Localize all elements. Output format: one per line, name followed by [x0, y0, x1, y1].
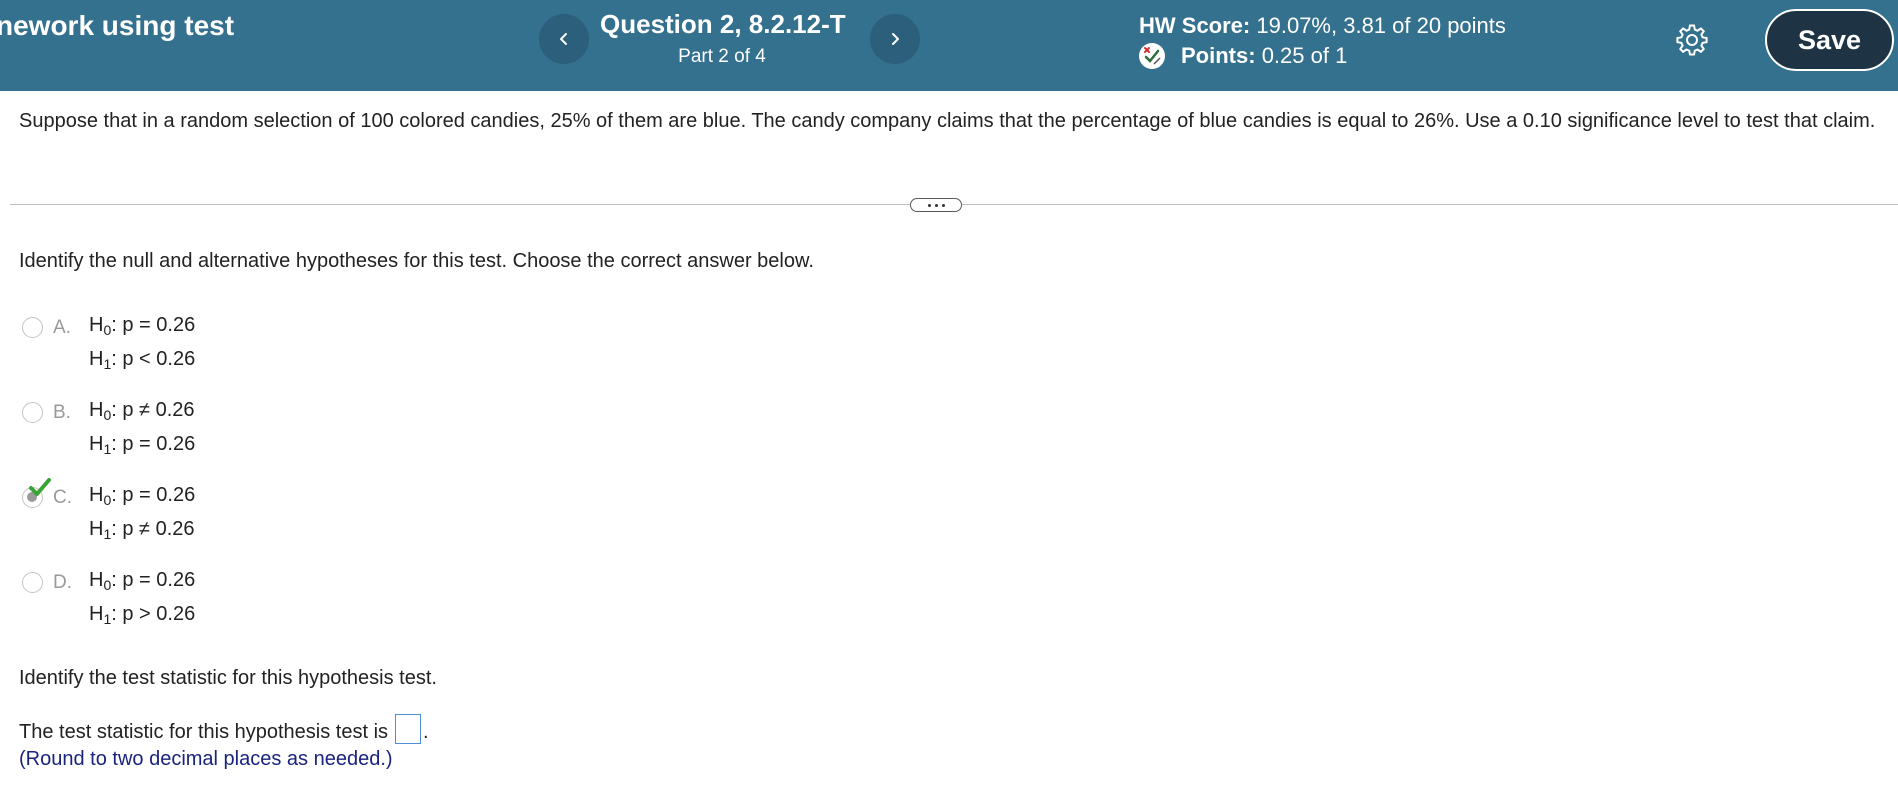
chevron-left-icon [560, 33, 567, 45]
alternative-hypothesis: H1: p = 0.26 [89, 433, 196, 457]
dot-icon [934, 203, 938, 207]
hw-score-value: 19.07%, 3.81 of 20 points [1256, 13, 1506, 38]
previous-question-button[interactable] [539, 14, 589, 64]
test-statistic-prompt: Identify the test statistic for this hyp… [19, 667, 437, 689]
homework-title: nework using test [0, 10, 235, 41]
null-hypothesis: H0: p = 0.26 [89, 314, 196, 338]
expand-more-button[interactable] [910, 198, 962, 212]
alternative-hypothesis: H1: p ≠ 0.26 [89, 518, 195, 542]
dot-icon [941, 203, 945, 207]
option-c[interactable]: C. H0: p = 0.26 H1: p ≠ 0.26 [22, 478, 422, 548]
test-statistic-line: The test statistic for this hypothesis t… [19, 714, 429, 744]
question-title: Question 2, 8.2.12-T [600, 9, 846, 39]
save-button[interactable]: Save [1765, 9, 1894, 71]
partial-credit-icon [1139, 43, 1165, 69]
points-line: Points: 0.25 of 1 [1139, 41, 1506, 71]
question-part: Part 2 of 4 [678, 46, 766, 67]
header-bar: nework using test Question 2, 8.2.12-T P… [0, 0, 1898, 91]
dot-icon [927, 203, 931, 207]
hw-score: HW Score: 19.07%, 3.81 of 20 points [1139, 11, 1506, 41]
option-a[interactable]: A. H0: p = 0.26 H1: p < 0.26 [22, 314, 422, 378]
rounding-instruction: (Round to two decimal places as needed.) [19, 748, 393, 770]
radio-button[interactable] [22, 317, 43, 338]
null-hypothesis: H0: p = 0.26 [89, 569, 196, 593]
points-value: 0.25 of 1 [1261, 43, 1348, 68]
test-statistic-input[interactable] [395, 714, 422, 744]
sentence-period: . [423, 721, 429, 743]
score-block: HW Score: 19.07%, 3.81 of 20 points Poin… [1139, 11, 1506, 71]
option-letter: C. [53, 487, 72, 508]
alternative-hypothesis: H1: p > 0.26 [89, 603, 196, 627]
next-question-button[interactable] [870, 14, 920, 64]
test-statistic-text: The test statistic for this hypothesis t… [19, 721, 389, 743]
gear-icon[interactable] [1676, 24, 1708, 56]
null-hypothesis: H0: p ≠ 0.26 [89, 399, 195, 423]
chevron-right-icon [892, 33, 899, 45]
option-letter: D. [53, 572, 72, 593]
option-letter: B. [53, 402, 71, 423]
radio-button[interactable] [22, 572, 43, 593]
option-letter: A. [53, 317, 71, 338]
option-d[interactable]: D. H0: p = 0.26 H1: p > 0.26 [22, 569, 422, 633]
question-info: Question 2, 8.2.12-T Part 2 of 4 [600, 9, 846, 68]
points-label: Points: [1181, 43, 1256, 68]
null-hypothesis: H0: p = 0.26 [89, 484, 196, 508]
option-b[interactable]: B. H0: p ≠ 0.26 H1: p = 0.26 [22, 399, 422, 463]
radio-button[interactable] [22, 402, 43, 423]
problem-statement: Suppose that in a random selection of 10… [19, 110, 1876, 132]
question-instruction: Identify the null and alternative hypoth… [19, 250, 814, 272]
hw-score-label: HW Score: [1139, 13, 1251, 38]
checkmark-icon [29, 478, 51, 496]
alternative-hypothesis: H1: p < 0.26 [89, 348, 196, 372]
